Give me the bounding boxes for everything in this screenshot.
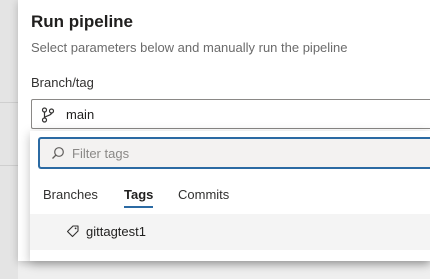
filter-tags-input[interactable]	[72, 142, 422, 164]
tab-branches[interactable]: Branches	[43, 187, 98, 202]
branch-tag-dropdown[interactable]: main	[31, 99, 430, 129]
selected-tab-indicator	[124, 206, 153, 208]
list-item[interactable]: gittagtest1	[30, 214, 430, 250]
search-icon	[52, 147, 64, 159]
filter-box[interactable]	[38, 137, 430, 169]
tag-icon	[66, 225, 79, 238]
picker-tabs: Branches Tags Commits	[30, 187, 430, 213]
divider	[0, 165, 18, 166]
divider	[0, 102, 18, 103]
tab-tags[interactable]: Tags	[124, 187, 153, 202]
tab-commits[interactable]: Commits	[178, 187, 229, 202]
branch-tag-picker: Branches Tags Commits gittagtest1	[30, 131, 430, 261]
branch-tag-label: Branch/tag	[31, 75, 94, 90]
branch-tag-value: main	[66, 107, 95, 122]
tag-label: gittagtest1	[86, 224, 146, 239]
background-page	[0, 0, 18, 279]
panel-title: Run pipeline	[31, 12, 133, 31]
panel-subtitle: Select parameters below and manually run…	[31, 40, 348, 55]
branch-icon	[41, 107, 55, 123]
run-pipeline-panel: Run pipeline Select parameters below and…	[18, 0, 430, 261]
